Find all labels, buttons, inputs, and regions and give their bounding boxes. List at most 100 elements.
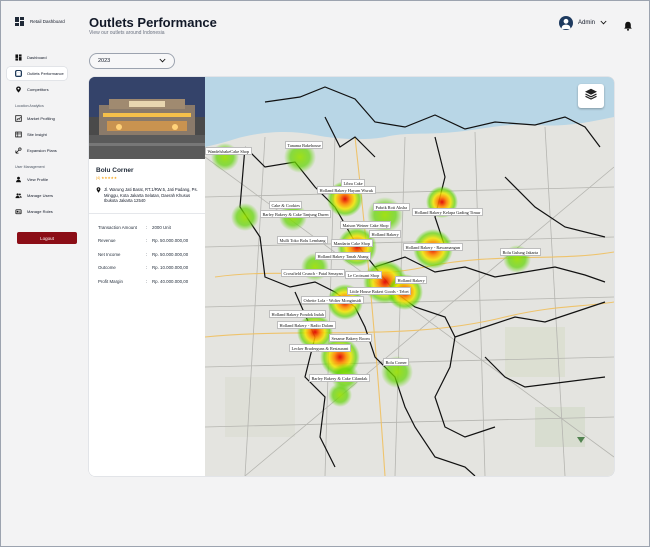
sidebar-item-outlets-performance[interactable]: Outlets Performance	[7, 67, 67, 80]
app-frame: Retail Dashboard Dashboard Outlets Perfo…	[0, 0, 650, 547]
page-title: Outlets Performance	[89, 15, 217, 30]
main-nav: Dashboard Outlets Performance Competitor…	[7, 51, 73, 96]
stat-label: Transaction Amount	[98, 224, 137, 230]
location-pin-icon	[96, 187, 101, 193]
map-outlet-label[interactable]: Holland Bakery	[395, 276, 428, 284]
stat-label: Profit Margin	[98, 278, 123, 284]
outlet-stats: Transaction Amount : 2000 Unit Revenue :…	[98, 221, 205, 289]
section-label-user-management: User Management	[15, 165, 45, 169]
map-outlet-label[interactable]: Holland Bakery	[369, 230, 402, 238]
map-outlet-label[interactable]: Maison Weiner Cake Shop	[340, 221, 391, 229]
sidebar-item-manage-users[interactable]: Manage Users	[7, 189, 73, 202]
chart-icon	[15, 115, 22, 122]
map-icon	[15, 131, 22, 138]
map-outlet-label[interactable]: Cake & Cookies	[269, 201, 303, 209]
sidebar-item-competitors[interactable]: Competitors	[7, 83, 73, 96]
sidebar-item-expansion-plans[interactable]: Expansion Plans	[7, 144, 73, 157]
bell-icon[interactable]	[623, 18, 633, 31]
stat-row: Net Income : Rp. 50.000.000,00	[98, 251, 189, 257]
map-outlet-label[interactable]: Tanama Bakehouse	[285, 141, 324, 149]
map-outlet-label[interactable]: Pabrik Roti Aksha	[373, 203, 410, 211]
map-outlet-label[interactable]: Holland Bakery Tanah Abang	[315, 252, 372, 260]
stat-value: Rp. 50.000.000,00	[152, 251, 189, 257]
sidebar-item-dashboard[interactable]: Dashboard	[7, 51, 73, 64]
grid-icon	[15, 54, 22, 61]
expand-icon	[15, 147, 22, 154]
avatar	[558, 16, 573, 30]
address-text: Jl. Warung Jati Barat, RT.1/RW.5, Jati P…	[104, 187, 198, 203]
heatmap-map[interactable]: WandelsbakeCake Shop Tanama Bakehouse Li…	[204, 77, 614, 476]
pin-icon	[15, 86, 22, 93]
dashboard-logo-icon	[15, 16, 24, 26]
map-outlet-label[interactable]: WandelsbakeCake Shop	[205, 147, 252, 155]
map-outlet-label[interactable]: Orbette Lola - Wolter Monginsidi	[301, 296, 364, 304]
sidebar-item-label: View Profile	[27, 177, 49, 182]
stat-label: Outcome	[98, 265, 116, 271]
map-outlet-label[interactable]: Mulli Toko Bolu Lembang	[277, 236, 329, 244]
sidebar-item-label: Outlets Performance	[27, 71, 64, 76]
outlet-address: Jl. Warung Jati Barat, RT.1/RW.5, Jati P…	[96, 187, 199, 204]
map-outlet-label[interactable]: Little House Bakeri Goods - Tebet	[347, 287, 412, 295]
map-outlet-label[interactable]: Holland Bakery - Radio Dalam	[277, 321, 336, 329]
section-label-location: Location Analytics	[15, 104, 44, 108]
users-icon	[15, 192, 22, 199]
outlet-name: Bolu Corner	[96, 167, 134, 174]
sidebar-item-label: Manage Roles	[27, 209, 53, 214]
brand[interactable]: Retail Dashboard	[15, 11, 73, 31]
sidebar-item-label: Market Profiling	[27, 116, 55, 121]
map-outlet-label[interactable]: Lecker Bruderguns & Restaurant	[289, 344, 351, 352]
sidebar-item-label: Manage Users	[27, 193, 54, 198]
layers-icon	[584, 87, 598, 105]
user-menu[interactable]: Admin	[558, 16, 607, 30]
divider	[89, 212, 205, 214]
map-outlet-label[interactable]: Holland Bakery - Rawamangun	[403, 243, 463, 251]
map-outlet-label[interactable]: Bolu Gulung Jakarta	[500, 248, 541, 256]
sidebar-item-market-profiling[interactable]: Market Profiling	[7, 112, 73, 125]
store-icon	[15, 70, 22, 77]
outlet-detail-panel: Bolu Corner (4) ★★★★★ Jl. Warung Jati Ba…	[89, 77, 205, 476]
map-outlet-label[interactable]: Holland Bakery Hayam Wuruk	[317, 186, 376, 194]
stat-value: Rp. 50.000.000,00	[152, 238, 189, 244]
sidebar-item-label: Expansion Plans	[27, 148, 57, 153]
logout-button[interactable]: Logout	[17, 232, 77, 244]
stat-value: Rp. 10.000.000,00	[152, 265, 189, 271]
map-outlet-label[interactable]: Barley Bakery & Cake Tanjung Duren	[260, 210, 332, 218]
stat-row: Profit Margin : Rp. 40.000.000,00	[98, 278, 189, 284]
map-outlet-label[interactable]: Holland Bakery Kelapa Gading Timur	[412, 208, 483, 216]
map-outlet-label[interactable]: Crossfield Crunch - Patal Senayan	[281, 269, 346, 277]
chevron-down-icon	[159, 58, 166, 65]
outlet-photo	[89, 77, 205, 159]
outlets-card: Bolu Corner (4) ★★★★★ Jl. Warung Jati Ba…	[89, 77, 614, 476]
sidebar-item-label: Site Insight	[27, 132, 47, 137]
year-select-value: 2023	[98, 58, 111, 64]
map-outlet-label[interactable]: Mandarin Cake Shop	[331, 239, 373, 247]
sidebar-item-manage-roles[interactable]: Manage Roles	[7, 205, 73, 218]
page-subtitle: View our outlets around Indonesia	[89, 30, 165, 36]
stat-row: Revenue : Rp. 50.000.000,00	[98, 238, 189, 244]
user-name: Admin	[577, 20, 595, 26]
roles-icon	[15, 208, 22, 215]
sidebar-item-label: Competitors	[27, 87, 49, 92]
sidebar: Retail Dashboard Dashboard Outlets Perfo…	[1, 1, 79, 547]
stat-row: Outcome : Rp. 10.000.000,00	[98, 265, 189, 271]
sidebar-item-label: Dashboard	[27, 55, 47, 60]
sidebar-item-view-profile[interactable]: View Profile	[7, 173, 73, 186]
map-outlet-label[interactable]: Le Croissant Shop	[345, 271, 382, 279]
stat-row: Transaction Amount : 2000 Unit	[98, 224, 171, 230]
chevron-down-icon	[600, 20, 607, 27]
map-outlet-label[interactable]: Bolu Corner	[383, 358, 410, 366]
year-select[interactable]: 2023	[89, 53, 175, 69]
rating-stars: ★★★★★	[101, 176, 117, 180]
stat-label: Revenue	[98, 238, 116, 244]
brand-name: Retail Dashboard	[30, 18, 65, 24]
stat-value: Rp. 40.000.000,00	[152, 278, 189, 284]
stat-value: 2000 Unit	[152, 224, 171, 230]
map-outlet-label[interactable]: Sesame Bakery Room	[329, 334, 373, 342]
rating-count: (4)	[96, 176, 101, 180]
stat-label: Net Income	[98, 251, 121, 257]
outlet-rating: (4) ★★★★★	[96, 176, 205, 180]
layers-button[interactable]	[578, 84, 604, 108]
map-outlet-label[interactable]: Barley Bakery & Cake Cilandak	[309, 374, 370, 382]
sidebar-item-site-insight[interactable]: Site Insight	[7, 128, 73, 141]
map-outlet-label[interactable]: Holland Bakery Pondok Indah	[269, 310, 327, 318]
